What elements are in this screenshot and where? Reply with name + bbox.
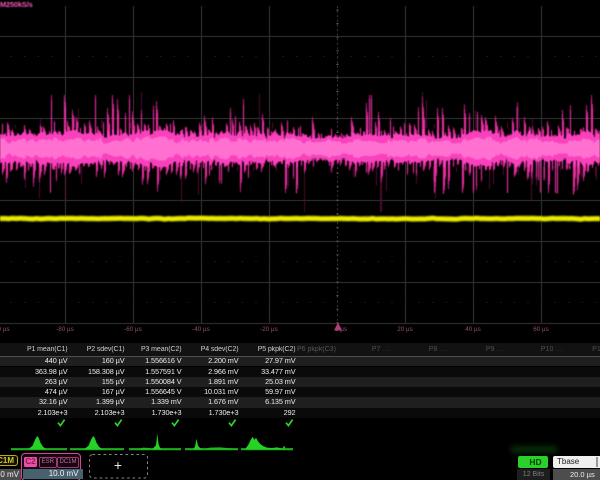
svg-text:40 µs: 40 µs (465, 326, 481, 333)
svg-text:-80 µs: -80 µs (56, 326, 74, 333)
svg-text:60 µs: 60 µs (533, 326, 549, 333)
svg-text:-100 µs: -100 µs (0, 326, 10, 333)
svg-text:-20 µs: -20 µs (260, 326, 278, 333)
svg-text:-40 µs: -40 µs (192, 326, 210, 333)
svg-text:-60 µs: -60 µs (124, 326, 142, 333)
svg-text:20 µs: 20 µs (397, 326, 413, 333)
svg-text:0 µs: 0 µs (335, 326, 347, 333)
